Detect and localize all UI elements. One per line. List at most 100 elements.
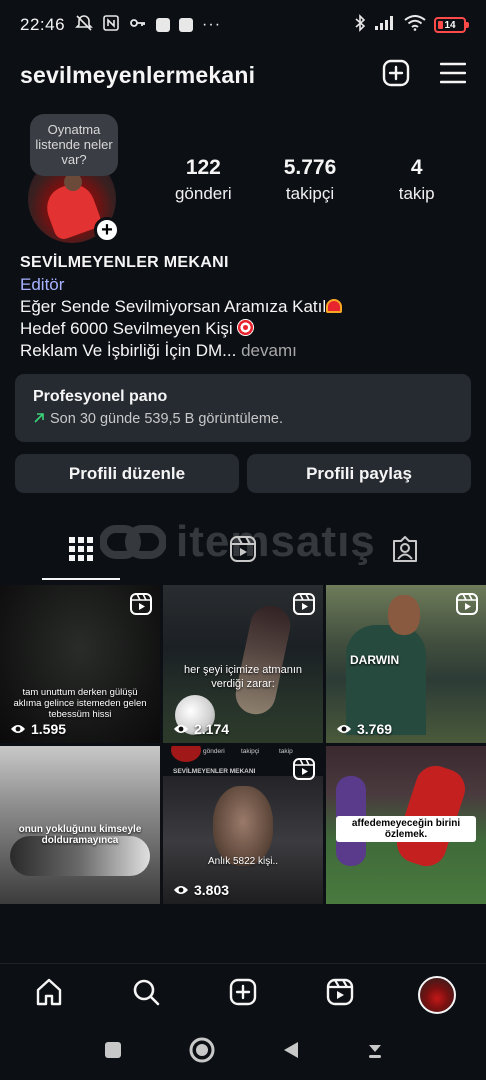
bio-line: Hedef 6000 Sevilmeyen Kişi xyxy=(20,318,470,340)
reel-badge-icon xyxy=(130,593,152,620)
heart-emoji-icon xyxy=(326,299,343,313)
stat-posts[interactable]: 122 gönderi xyxy=(150,156,257,204)
edit-profile-button[interactable]: Profili düzenle xyxy=(15,454,239,493)
back-icon[interactable] xyxy=(280,1039,302,1066)
stat-followers[interactable]: 5.776 takipçi xyxy=(257,156,364,204)
player-head-shape xyxy=(388,595,420,635)
stat-label: takipçi xyxy=(285,184,335,203)
menu-icon[interactable] xyxy=(439,61,467,90)
view-count: 3.769 xyxy=(336,721,392,737)
post-caption: affedemeyeceğin birini özlemek. xyxy=(336,816,476,842)
stat-value: 4 xyxy=(410,156,423,179)
stat-label: takip xyxy=(398,184,435,203)
mini-stat-label: gönderi xyxy=(203,748,225,755)
bio-line: Reklam Ve İşbirliği İçin DM... devamı xyxy=(20,340,470,362)
stat-label: gönderi xyxy=(174,184,232,203)
player-shirt-shape xyxy=(346,625,426,735)
player-legs-shape xyxy=(232,602,294,718)
tab-tagged[interactable] xyxy=(324,520,486,582)
eye-icon xyxy=(11,725,25,733)
post-thumbnail[interactable]: gönderi takipçi takip SEVİLMEYENLER MEKA… xyxy=(163,746,323,904)
bio-text: Eğer Sende Sevilmiyorsan Aramıza Katıl xyxy=(20,297,327,316)
view-count-value: 2.174 xyxy=(194,721,230,737)
posts-grid: tam unuttum derken gülüşü aklıma gelince… xyxy=(0,585,486,904)
view-count-value: 1.595 xyxy=(31,721,67,737)
view-count: 1.595 xyxy=(10,721,66,737)
bio-line: Eğer Sende Sevilmiyorsan Aramıza Katıl xyxy=(20,296,470,318)
post-thumbnail[interactable]: tam unuttum derken gülüşü aklıma gelince… xyxy=(0,585,160,743)
mini-avatar xyxy=(171,746,201,762)
post-caption: her şeyi içimize atmanın verdiği zarar: xyxy=(184,664,302,690)
profile-header: sevilmeyenlermekani xyxy=(20,55,467,95)
eye-icon xyxy=(174,886,188,894)
person-face-shape xyxy=(213,786,273,866)
view-count: 2.174 xyxy=(173,721,229,737)
professional-dashboard[interactable]: Profesyonel pano Son 30 günde 539,5 B gö… xyxy=(15,374,471,442)
profile-category: Editör xyxy=(20,275,65,294)
bottom-navigation xyxy=(0,963,486,1025)
more-icon: ··· xyxy=(202,16,222,33)
post-thumbnail[interactable]: onun yokluğunu kimseyle dolduramayınca xyxy=(0,746,160,904)
share-profile-button[interactable]: Profili paylaş xyxy=(247,454,471,493)
note-bubble[interactable]: Oynatma listende neler var? xyxy=(30,114,118,176)
tab-reels[interactable] xyxy=(162,520,324,582)
system-navigation-bar xyxy=(0,1025,486,1080)
app-icon xyxy=(179,18,194,32)
post-thumbnail[interactable]: her şeyi içimize atmanın verdiği zarar: … xyxy=(163,585,323,743)
profile-stats: 122 gönderi 5.776 takipçi 4 takip xyxy=(150,156,470,204)
profile-action-buttons: Profili düzenle Profili paylaş xyxy=(15,454,471,493)
tab-posts-grid[interactable] xyxy=(0,520,162,582)
add-story-button[interactable]: + xyxy=(94,217,120,243)
reels-icon xyxy=(229,535,257,568)
reel-badge-icon xyxy=(293,593,315,620)
post-thumbnail[interactable]: DARWIN 3.769 xyxy=(326,585,486,743)
post-thumbnail[interactable]: affedemeyeceğin birini özlemek. xyxy=(326,746,486,904)
create-post-icon[interactable] xyxy=(382,59,410,92)
status-bar: 22:46 ··· 14 xyxy=(0,0,486,50)
profile-username[interactable]: sevilmeyenlermekani xyxy=(20,62,255,89)
key-icon xyxy=(129,14,147,37)
nav-profile[interactable] xyxy=(389,964,486,1025)
post-caption: tam unuttum derken gülüşü aklıma gelince… xyxy=(13,687,147,720)
home-icon xyxy=(34,977,64,1012)
recents-icon[interactable] xyxy=(102,1039,124,1066)
instagram-profile-screen: 22:46 ··· 14 sevilmeyenlermekani + Oynat… xyxy=(0,0,486,1080)
reels-icon xyxy=(325,977,355,1012)
caption-label: affedemeyeceğin birini özlemek. xyxy=(336,816,476,842)
mini-stat-label: takip xyxy=(279,748,293,755)
tagged-icon xyxy=(391,535,419,568)
battery-icon: 14 xyxy=(434,17,469,33)
stat-value: 122 xyxy=(185,156,221,179)
search-icon xyxy=(131,977,161,1012)
bio-text: Reklam Ve İşbirliği İçin DM... xyxy=(20,341,237,360)
nav-search[interactable] xyxy=(97,964,194,1025)
view-count: 3.803 xyxy=(173,882,229,898)
nav-create[interactable] xyxy=(194,964,291,1025)
reel-badge-icon xyxy=(293,758,315,785)
profile-bio: SEVİLMEYENLER MEKANI Editör Eğer Sende S… xyxy=(20,252,470,362)
profile-avatar xyxy=(418,975,457,1014)
stat-value: 5.776 xyxy=(283,156,337,179)
mini-stat-label: takipçi xyxy=(241,748,260,755)
reel-badge-icon xyxy=(456,593,478,620)
create-icon xyxy=(228,977,258,1012)
bluetooth-icon xyxy=(354,13,366,37)
target-emoji-icon xyxy=(237,319,255,336)
bio-more-link[interactable]: devamı xyxy=(241,341,297,360)
wifi-icon xyxy=(404,14,426,36)
dashboard-subtitle: Son 30 günde 539,5 B görüntüleme. xyxy=(50,411,283,427)
profile-tabs xyxy=(0,520,486,582)
nav-home[interactable] xyxy=(0,964,97,1025)
view-count-value: 3.769 xyxy=(357,721,393,737)
app-icon xyxy=(156,18,171,32)
mini-name: SEVİLMEYENLER MEKANI xyxy=(173,768,256,775)
nav-reels[interactable] xyxy=(292,964,389,1025)
home-circle-icon[interactable] xyxy=(188,1036,216,1069)
view-count-value: 3.803 xyxy=(194,882,230,898)
post-caption: DARWIN xyxy=(350,653,400,667)
bio-text: Hedef 6000 Sevilmeyen Kişi xyxy=(20,319,233,338)
post-caption: Anlık 5822 kişi.. xyxy=(207,856,279,867)
trend-up-icon xyxy=(33,411,45,427)
hide-nav-icon[interactable] xyxy=(366,1039,384,1066)
stat-following[interactable]: 4 takip xyxy=(363,156,470,204)
